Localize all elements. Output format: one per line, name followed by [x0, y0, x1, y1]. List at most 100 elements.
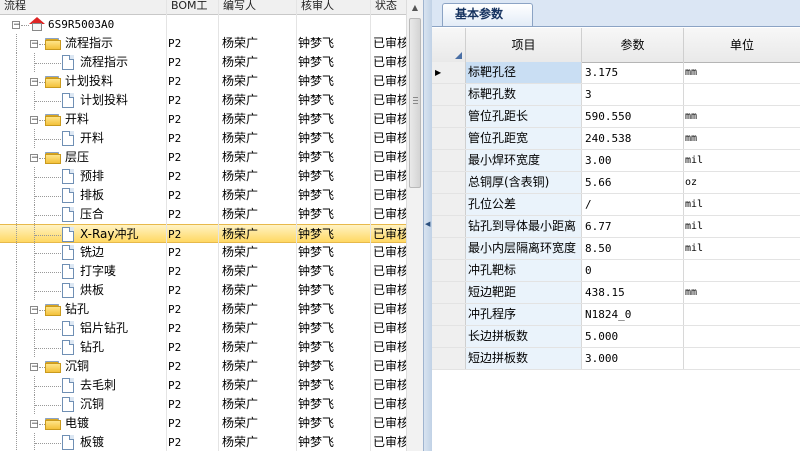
collapse-icon[interactable]: −: [30, 154, 39, 163]
tree-row[interactable]: 烘板 P2 杨荣广 钟梦飞 已审核: [0, 281, 407, 300]
tree-row[interactable]: 计划投料 P2 杨荣广 钟梦飞 已审核: [0, 91, 407, 110]
param-row[interactable]: 冲孔靶标 0: [432, 260, 800, 282]
tree-row[interactable]: 预排 P2 杨荣广 钟梦飞 已审核: [0, 167, 407, 186]
param-unit-cell: mm: [685, 111, 698, 122]
col-header-process[interactable]: 流程: [0, 0, 166, 14]
scrollbar-thumb[interactable]: [409, 18, 421, 188]
collapse-icon[interactable]: −: [30, 306, 39, 315]
param-row[interactable]: 标靶孔数 3: [432, 84, 800, 106]
collapse-icon[interactable]: −: [30, 420, 39, 429]
parameters-panel: 基本参数 项目 参数 单位 ▶ 标靶孔径 3.175 mm 标靶孔数 3 管位孔距长 590.…: [432, 0, 800, 451]
tree-row[interactable]: 铝片钻孔 P2 杨荣广 钟梦飞 已审核: [0, 319, 407, 338]
tree-vertical-scrollbar[interactable]: ▲: [406, 0, 423, 451]
col-header-bom[interactable]: BOM工: [166, 0, 218, 14]
collapse-icon[interactable]: −: [30, 78, 39, 87]
scroll-up-icon[interactable]: ▲: [407, 0, 423, 16]
tree-row[interactable]: − 电镀 P2 杨荣广 钟梦飞 已审核: [0, 414, 407, 433]
tree-row[interactable]: 压合 P2 杨荣广 钟梦飞 已审核: [0, 205, 407, 224]
tree-row[interactable]: − 沉铜 P2 杨荣广 钟梦飞 已审核: [0, 357, 407, 376]
row-indicator[interactable]: [432, 238, 466, 259]
tree-row[interactable]: 去毛刺 P2 杨荣广 钟梦飞 已审核: [0, 376, 407, 395]
col-header-unit[interactable]: 单位: [684, 28, 800, 62]
bom-cell: P2: [168, 379, 182, 392]
param-value-cell[interactable]: N1824_0: [582, 304, 684, 325]
tree-row[interactable]: 排板 P2 杨荣广 钟梦飞 已审核: [0, 186, 407, 205]
param-row[interactable]: 管位孔距长 590.550 mm: [432, 106, 800, 128]
col-header-status[interactable]: 状态: [370, 0, 406, 14]
param-name-cell: 标靶孔数: [466, 84, 582, 105]
tree-row[interactable]: − 流程指示 P2 杨荣广 钟梦飞 已审核: [0, 34, 407, 53]
param-value-cell[interactable]: /: [582, 194, 684, 215]
param-row[interactable]: 最小内层隔离环宽度 8.50 mil: [432, 238, 800, 260]
param-row[interactable]: 长边拼板数 5.000: [432, 326, 800, 348]
tree-row[interactable]: 沉铜 P2 杨荣广 钟梦飞 已审核: [0, 395, 407, 414]
param-value-cell[interactable]: 8.50: [582, 238, 684, 259]
tree-node-label: 排板: [80, 188, 105, 202]
tree-row[interactable]: X-Ray冲孔 P2 杨荣广 钟梦飞 已审核: [0, 224, 407, 244]
row-indicator[interactable]: [432, 282, 466, 303]
param-row[interactable]: 钻孔到导体最小距离 6.77 mil: [432, 216, 800, 238]
collapse-icon[interactable]: −: [30, 116, 39, 125]
param-row[interactable]: 最小焊环宽度 3.00 mil: [432, 150, 800, 172]
row-indicator[interactable]: [432, 128, 466, 149]
param-name-cell: 冲孔程序: [466, 304, 582, 325]
row-indicator[interactable]: [432, 348, 466, 369]
tree-row[interactable]: 板镀 P2 杨荣广 钟梦飞 已审核: [0, 433, 407, 451]
param-row[interactable]: 短边拼板数 3.000: [432, 348, 800, 370]
row-indicator[interactable]: [432, 106, 466, 127]
params-grid-header: 项目 参数 单位: [432, 28, 800, 63]
tab-basic-params[interactable]: 基本参数: [442, 3, 533, 26]
tree-row[interactable]: − 钻孔 P2 杨荣广 钟梦飞 已审核: [0, 300, 407, 319]
param-value-cell[interactable]: 5.66: [582, 172, 684, 193]
param-value-cell[interactable]: 3.00: [582, 150, 684, 171]
tree-row[interactable]: 铣边 P2 杨荣广 钟梦飞 已审核: [0, 243, 407, 262]
param-row[interactable]: 孔位公差 / mil: [432, 194, 800, 216]
param-value-cell[interactable]: 0: [582, 260, 684, 281]
tree-row[interactable]: 开料 P2 杨荣广 钟梦飞 已审核: [0, 129, 407, 148]
param-name-cell: 孔位公差: [466, 194, 582, 215]
param-row[interactable]: 短边靶距 438.15 mm: [432, 282, 800, 304]
col-header-value[interactable]: 参数: [582, 28, 684, 62]
splitter-arrow-icon[interactable]: ◀: [425, 220, 430, 228]
row-indicator[interactable]: [432, 84, 466, 105]
grid-corner-icon[interactable]: [432, 28, 466, 62]
tree-row[interactable]: − 计划投料 P2 杨荣广 钟梦飞 已审核: [0, 72, 407, 91]
col-header-reviewer[interactable]: 核审人: [296, 0, 370, 14]
param-value-cell[interactable]: 240.538: [582, 128, 684, 149]
collapse-icon[interactable]: −: [12, 21, 21, 30]
param-row[interactable]: 总铜厚(含表铜) 5.66 oz: [432, 172, 800, 194]
param-unit-cell: [684, 260, 800, 281]
row-indicator[interactable]: [432, 326, 466, 347]
row-indicator[interactable]: [432, 150, 466, 171]
param-row[interactable]: 管位孔距宽 240.538 mm: [432, 128, 800, 150]
param-value-cell[interactable]: 3: [582, 84, 684, 105]
param-row[interactable]: ▶ 标靶孔径 3.175 mm: [432, 62, 800, 84]
collapse-icon[interactable]: −: [30, 40, 39, 49]
tree-row[interactable]: − 开料 P2 杨荣广 钟梦飞 已审核: [0, 110, 407, 129]
row-indicator[interactable]: [432, 172, 466, 193]
tree-row[interactable]: 钻孔 P2 杨荣广 钟梦飞 已审核: [0, 338, 407, 357]
collapse-icon[interactable]: −: [30, 363, 39, 372]
reviewer-cell: 钟梦飞: [298, 245, 335, 259]
tree-row[interactable]: 流程指示 P2 杨荣广 钟梦飞 已审核: [0, 53, 407, 72]
tree-root-row[interactable]: − 6S9R5003A0: [0, 15, 406, 34]
row-indicator[interactable]: [432, 260, 466, 281]
tree-row[interactable]: − 层压 P2 杨荣广 钟梦飞 已审核: [0, 148, 407, 167]
param-value-cell[interactable]: 3.175: [582, 62, 684, 83]
param-value-cell[interactable]: 590.550: [582, 106, 684, 127]
row-indicator[interactable]: [432, 216, 466, 237]
param-name-cell: 最小焊环宽度: [466, 150, 582, 171]
row-indicator[interactable]: [432, 304, 466, 325]
row-indicator[interactable]: [432, 194, 466, 215]
panel-splitter[interactable]: ◀: [423, 0, 432, 451]
param-value-cell[interactable]: 3.000: [582, 348, 684, 369]
param-value-cell[interactable]: 5.000: [582, 326, 684, 347]
col-header-writer[interactable]: 编写人: [218, 0, 296, 14]
param-row[interactable]: 冲孔程序 N1824_0: [432, 304, 800, 326]
bom-cell: P2: [168, 228, 182, 241]
tree-row[interactable]: 打字唛 P2 杨荣广 钟梦飞 已审核: [0, 262, 407, 281]
col-header-item[interactable]: 项目: [466, 28, 582, 62]
param-value-cell[interactable]: 6.77: [582, 216, 684, 237]
param-value-cell[interactable]: 438.15: [582, 282, 684, 303]
row-indicator[interactable]: ▶: [432, 62, 466, 83]
